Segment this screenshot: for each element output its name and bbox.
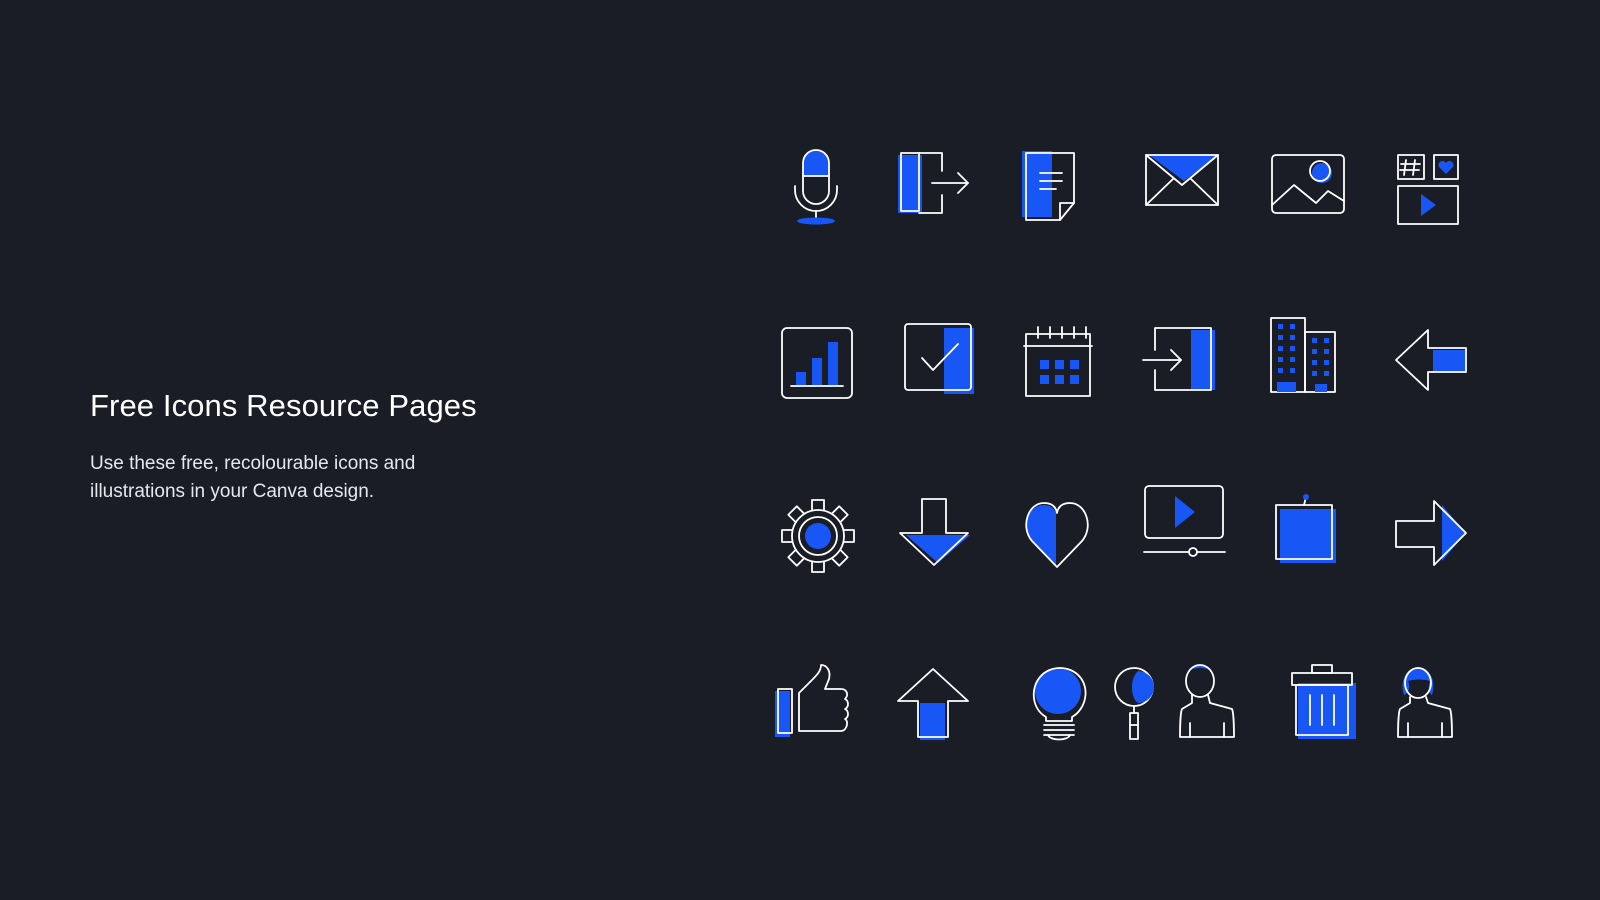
document-icon (1022, 143, 1108, 229)
video-player-icon (1143, 484, 1229, 570)
calendar-icon (1022, 318, 1108, 404)
user-woman-icon (1397, 665, 1484, 751)
buildings-icon (1270, 317, 1356, 404)
magnifier-icon (1105, 665, 1191, 751)
sticky-note-icon (1270, 493, 1356, 579)
page-description: Use these free, recolourable icons and i… (90, 453, 416, 502)
checkbox-icon (898, 318, 984, 404)
intro-section: Free Icons Resource Pages Use these free… (90, 388, 610, 506)
envelope-icon (1143, 143, 1229, 229)
image-icon (1270, 143, 1356, 229)
arrow-down-icon (898, 493, 984, 579)
user-icon (1179, 664, 1266, 751)
heart-icon (1022, 493, 1108, 579)
arrow-right-icon (1395, 493, 1482, 579)
page-title: Free Icons Resource Pages (90, 388, 477, 423)
login-icon (1142, 318, 1229, 404)
gear-icon (775, 493, 861, 579)
social-media-icon (1396, 143, 1482, 229)
trash-can-icon (1290, 664, 1376, 751)
arrow-up-icon (897, 665, 984, 751)
lightbulb-icon (1022, 665, 1108, 751)
exit-door-icon (898, 143, 984, 229)
microphone-icon (773, 143, 859, 229)
arrow-left-icon (1395, 318, 1482, 404)
thumbs-up-icon (775, 664, 861, 751)
bar-chart-icon (775, 318, 861, 404)
